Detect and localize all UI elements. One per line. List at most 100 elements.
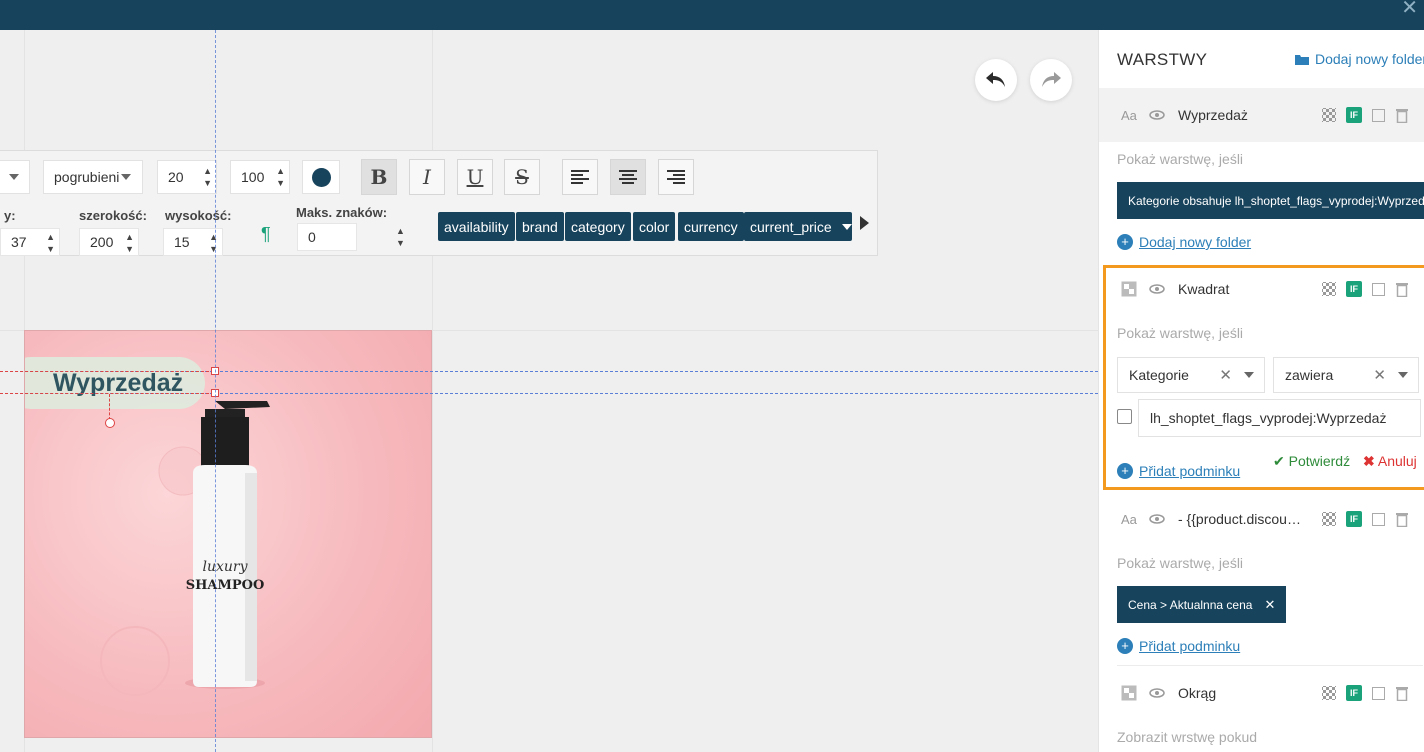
- font-weight-select[interactable]: pogrubieni: [43, 160, 143, 194]
- variable-color[interactable]: color: [633, 212, 676, 241]
- add-condition-link[interactable]: + Přidat podminku: [1117, 463, 1240, 479]
- redo-button[interactable]: [1030, 59, 1072, 101]
- color-swatch: [311, 167, 331, 187]
- plus-circle-icon: +: [1117, 234, 1133, 250]
- align-center-icon: [619, 170, 637, 184]
- variable-currency[interactable]: currency: [678, 212, 744, 241]
- add-condition-link[interactable]: + Přidat podminku: [1117, 638, 1240, 654]
- stepper-icon[interactable]: ▲ ▼: [46, 231, 55, 255]
- condition-tag[interactable]: Cena > Aktualnna cena ✕: [1117, 586, 1287, 623]
- operator-select[interactable]: zawiera ✕: [1273, 357, 1419, 393]
- operator-value: zawiera: [1285, 367, 1334, 383]
- check-icon: ✔: [1273, 453, 1285, 469]
- negate-checkbox[interactable]: [1117, 409, 1132, 424]
- font-family-select[interactable]: [0, 160, 30, 194]
- artboard[interactable]: Wyprzedaż luxury SHAMPOO: [24, 330, 432, 738]
- layers-panel: WARSTWY Dodaj nowy folder Aa Wyprzedaż I…: [1098, 30, 1424, 752]
- undo-button[interactable]: [975, 59, 1017, 101]
- trash-icon[interactable]: [1395, 511, 1409, 527]
- transparency-icon[interactable]: [1322, 282, 1336, 296]
- height-value: 15: [174, 234, 190, 250]
- variable-brand[interactable]: brand: [516, 212, 564, 241]
- stepper-icon[interactable]: ▲ ▼: [276, 165, 285, 189]
- strikethrough-button[interactable]: S: [504, 159, 540, 195]
- stepper-icon[interactable]: ▲ ▼: [209, 231, 218, 255]
- add-condition-label: Přidat podminku: [1139, 463, 1241, 479]
- scroll-right-icon[interactable]: [860, 216, 869, 230]
- y-input[interactable]: 37 ▲ ▼: [0, 228, 60, 256]
- font-weight-value: pogrubieni: [54, 169, 120, 185]
- condition-if-icon[interactable]: IF: [1346, 685, 1362, 701]
- duplicate-icon[interactable]: [1372, 108, 1385, 122]
- add-folder-link[interactable]: + Dodaj nowy folder: [1117, 234, 1251, 250]
- align-right-button[interactable]: [658, 159, 694, 195]
- field-select[interactable]: Kategorie ✕: [1117, 357, 1265, 393]
- stepper-icon[interactable]: ▲ ▼: [396, 225, 405, 249]
- layer-row-wyprzedaz[interactable]: Aa Wyprzedaż IF: [1099, 88, 1424, 142]
- line-height-input[interactable]: 100 ▲ ▼: [230, 160, 290, 194]
- transparency-icon[interactable]: [1322, 108, 1336, 122]
- confirm-button[interactable]: ✔ Potwierdź: [1273, 453, 1350, 470]
- layer-name: Kwadrat: [1178, 281, 1230, 297]
- height-input[interactable]: 15 ▲ ▼: [163, 228, 223, 256]
- layer-row-okrag[interactable]: Okrąg IF: [1099, 666, 1424, 720]
- duplicate-icon[interactable]: [1372, 282, 1385, 296]
- layer-row-discount[interactable]: Aa - {{product.discount... IF: [1099, 492, 1424, 546]
- trash-icon[interactable]: [1395, 281, 1409, 297]
- add-folder-link-label: Dodaj nowy folder: [1139, 234, 1252, 250]
- rotate-line: [109, 394, 110, 420]
- paragraph-icon[interactable]: ¶: [261, 224, 271, 245]
- width-value: 200: [90, 234, 114, 250]
- condition-if-icon[interactable]: IF: [1346, 281, 1362, 297]
- stepper-icon[interactable]: ▲ ▼: [203, 165, 212, 189]
- bold-button[interactable]: B: [361, 159, 397, 195]
- rotate-handle[interactable]: [105, 418, 115, 428]
- duplicate-icon[interactable]: [1372, 686, 1385, 700]
- condition-tag[interactable]: Kategorie obsahuje lh_shoptet_flags_vypr…: [1117, 182, 1424, 219]
- close-icon[interactable]: ✕: [1401, 0, 1418, 18]
- transparency-icon[interactable]: [1322, 512, 1336, 526]
- condition-if-icon[interactable]: IF: [1346, 107, 1362, 123]
- layer-name: - {{product.discount...: [1178, 511, 1308, 527]
- variable-current-price[interactable]: current_price: [744, 212, 852, 241]
- add-folder-label: Dodaj nowy folder: [1315, 51, 1424, 67]
- trash-icon[interactable]: [1395, 107, 1409, 123]
- underline-button[interactable]: U: [457, 159, 493, 195]
- clear-icon[interactable]: ✕: [1373, 366, 1386, 384]
- width-input[interactable]: 200 ▲ ▼: [79, 228, 139, 256]
- cancel-label: Anuluj: [1377, 453, 1417, 469]
- shape-type-icon: [1121, 281, 1137, 297]
- eye-icon[interactable]: [1149, 688, 1165, 698]
- eye-icon[interactable]: [1149, 284, 1165, 294]
- font-size-input[interactable]: 20 ▲ ▼: [157, 160, 217, 194]
- align-left-button[interactable]: [562, 159, 598, 195]
- remove-icon[interactable]: ✕: [1264, 597, 1275, 613]
- condition-value-input[interactable]: lh_shoptet_flags_vyprodej:Wyprzedaż: [1138, 399, 1421, 437]
- variable-category[interactable]: category: [565, 212, 631, 241]
- duplicate-icon[interactable]: [1372, 512, 1385, 526]
- selection-outline: [0, 371, 214, 372]
- max-chars-input[interactable]: 0: [297, 223, 357, 251]
- condition-if-icon[interactable]: IF: [1346, 511, 1362, 527]
- width-label: szerokość:: [79, 208, 147, 223]
- clear-icon[interactable]: ✕: [1219, 366, 1232, 384]
- max-chars-value: 0: [308, 229, 316, 245]
- stepper-icon[interactable]: ▲ ▼: [125, 231, 134, 255]
- color-picker[interactable]: [302, 160, 340, 194]
- align-center-button[interactable]: [610, 159, 646, 195]
- cancel-button[interactable]: ✖ Anuluj: [1363, 453, 1417, 470]
- eye-icon[interactable]: [1149, 514, 1165, 524]
- eye-icon[interactable]: [1149, 110, 1165, 120]
- add-condition-label: Přidat podminku: [1139, 638, 1241, 654]
- text-type-icon: Aa: [1121, 511, 1137, 527]
- vertical-guide: [215, 30, 216, 752]
- italic-button[interactable]: I: [409, 159, 445, 195]
- chevron-down-icon: [841, 223, 852, 230]
- editor-canvas[interactable]: pogrubieni 20 ▲ ▼ 100 ▲ ▼ B I U S y: szero…: [0, 30, 1098, 752]
- layer-row-kwadrat[interactable]: Kwadrat IF: [1099, 262, 1424, 316]
- variable-availability[interactable]: availability: [438, 212, 515, 241]
- trash-icon[interactable]: [1395, 685, 1409, 701]
- text-type-icon: Aa: [1121, 107, 1137, 123]
- add-folder-button[interactable]: Dodaj nowy folder: [1295, 51, 1424, 67]
- transparency-icon[interactable]: [1322, 686, 1336, 700]
